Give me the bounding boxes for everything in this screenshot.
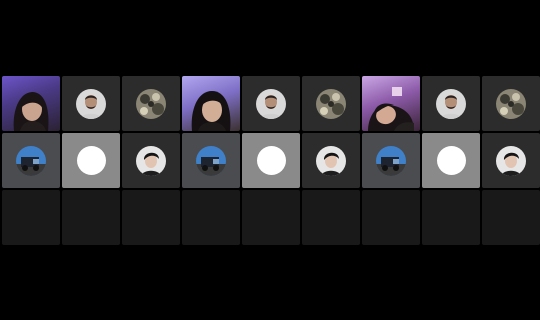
participant-video-icon <box>191 91 231 131</box>
dark-hair-avatar-icon <box>496 145 526 176</box>
truck-avatar-icon <box>376 145 406 176</box>
empty-tile <box>302 190 360 245</box>
call-grid-screen <box>0 0 540 320</box>
participant-tile[interactable] <box>62 76 120 131</box>
empty-tile <box>62 190 120 245</box>
truck-avatar-icon <box>16 145 46 176</box>
man-avatar-icon <box>436 88 466 119</box>
empty-tile <box>422 190 480 245</box>
blank-white-avatar-icon <box>76 146 106 175</box>
participant-tile[interactable] <box>302 76 360 131</box>
empty-tile <box>362 190 420 245</box>
camo-avatar-icon <box>316 88 346 119</box>
empty-tile <box>122 190 180 245</box>
participant-tile-active[interactable] <box>422 133 480 188</box>
empty-tile <box>2 190 60 245</box>
participant-tile[interactable] <box>122 133 180 188</box>
empty-tile <box>482 190 540 245</box>
blank-white-avatar-icon <box>256 146 286 175</box>
empty-tile <box>242 190 300 245</box>
man-avatar-icon <box>76 88 106 119</box>
participant-tile[interactable] <box>482 133 540 188</box>
participant-tile[interactable] <box>182 133 240 188</box>
participant-video-tile[interactable] <box>362 76 420 131</box>
dark-hair-avatar-icon <box>136 145 166 176</box>
camo-avatar-icon <box>136 88 166 119</box>
participant-tile[interactable] <box>362 133 420 188</box>
camo-avatar-icon <box>496 88 526 119</box>
dark-hair-avatar-icon <box>316 145 346 176</box>
participant-tile[interactable] <box>122 76 180 131</box>
participant-tile[interactable] <box>422 76 480 131</box>
participant-video-icon <box>368 87 414 131</box>
blank-white-avatar-icon <box>436 146 466 175</box>
participant-tile[interactable] <box>482 76 540 131</box>
participant-video-icon <box>13 92 49 131</box>
participant-tile[interactable] <box>302 133 360 188</box>
participant-tile[interactable] <box>2 133 60 188</box>
participant-grid-1 <box>2 76 180 245</box>
participant-tile-active[interactable] <box>242 133 300 188</box>
participant-video-tile[interactable] <box>2 76 60 131</box>
participant-grid-3 <box>362 76 540 245</box>
participant-video-tile[interactable] <box>182 76 240 131</box>
truck-avatar-icon <box>196 145 226 176</box>
participant-grid-2 <box>182 76 360 245</box>
participant-tile[interactable] <box>242 76 300 131</box>
man-avatar-icon <box>256 88 286 119</box>
empty-tile <box>182 190 240 245</box>
participant-tile-active[interactable] <box>62 133 120 188</box>
